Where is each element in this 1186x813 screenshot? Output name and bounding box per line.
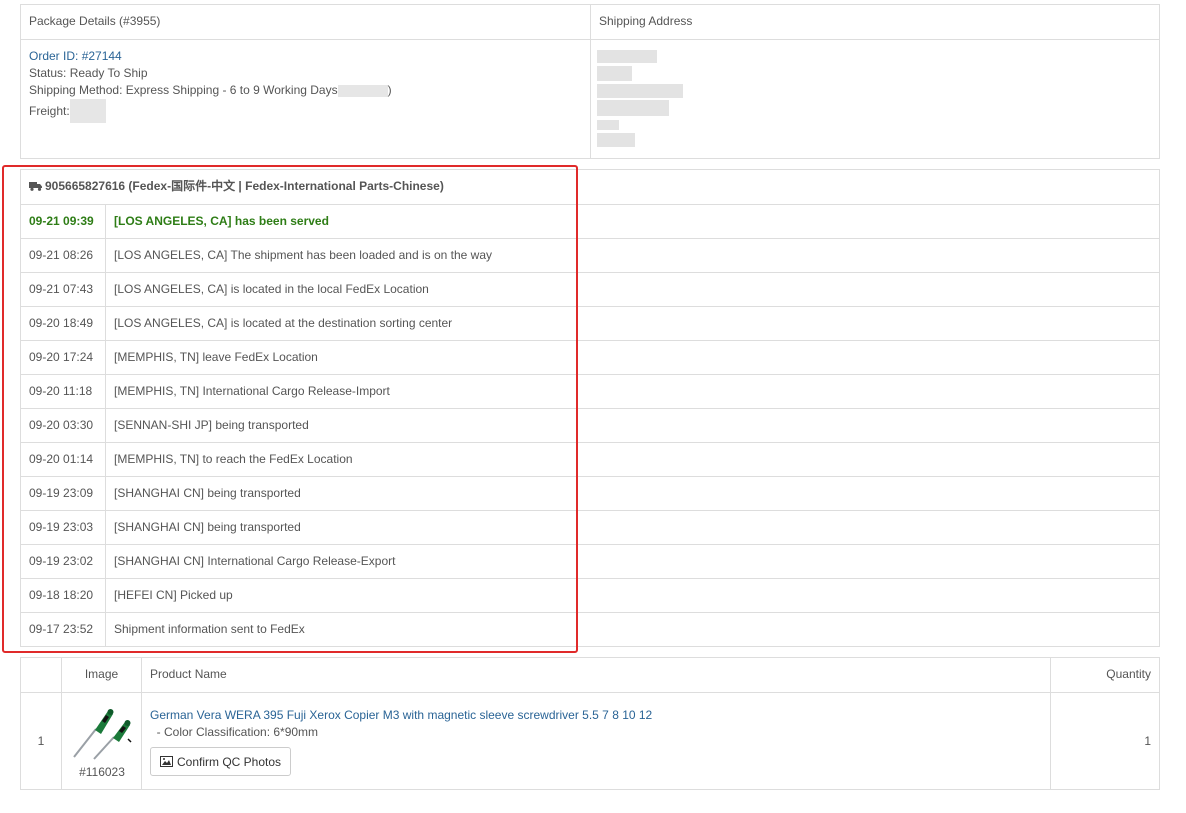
redacted-block xyxy=(597,50,657,63)
package-details-title: Package Details (#3955) xyxy=(21,5,591,39)
qc-button-label: Confirm QC Photos xyxy=(177,754,282,769)
tracking-header: 905665827616 (Fedex-国际件-中文 | Fedex-Inter… xyxy=(21,170,1159,205)
event-time: 09-20 01:14 xyxy=(21,443,106,476)
tracking-row: 09-19 23:09 [SHANGHAI CN] being transpor… xyxy=(21,477,1159,511)
event-description: [SHANGHAI CN] International Cargo Releas… xyxy=(114,554,396,568)
event-time: 09-21 09:39 xyxy=(21,205,106,238)
package-details-panel: Package Details (#3955) Shipping Address… xyxy=(20,4,1160,159)
index-header xyxy=(21,658,62,692)
event-description: [MEMPHIS, TN] leave FedEx Location xyxy=(114,350,318,364)
product-image-cell: #116023 xyxy=(62,693,142,789)
event-time: 09-17 23:52 xyxy=(21,613,106,647)
tracking-row: 09-21 08:26 [LOS ANGELES, CA] The shipme… xyxy=(21,239,1159,273)
tracking-row: 09-17 23:52 Shipment information sent to… xyxy=(21,613,1159,647)
event-description: [LOS ANGELES, CA] The shipment has been … xyxy=(114,248,493,262)
product-name-header: Product Name xyxy=(142,658,1051,692)
event-time: 09-20 18:49 xyxy=(21,307,106,340)
screwdriver-image[interactable] xyxy=(70,703,134,761)
tracking-row: 09-20 03:30 [SENNAN-SHI JP] being transp… xyxy=(21,409,1159,443)
tracking-row: 09-21 09:39 [LOS ANGELES, CA] has been s… xyxy=(21,205,1159,239)
order-id-line[interactable]: Order ID: #27144 xyxy=(29,48,582,65)
event-time: 09-21 08:26 xyxy=(21,239,106,272)
event-time: 09-19 23:09 xyxy=(21,477,106,510)
order-id-link[interactable]: #27144 xyxy=(82,49,122,63)
event-time: 09-20 03:30 xyxy=(21,409,106,442)
event-description: [LOS ANGELES, CA] is located in the loca… xyxy=(114,282,429,296)
quantity-header: Quantity xyxy=(1106,667,1151,681)
tracking-row: 09-20 18:49 [LOS ANGELES, CA] is located… xyxy=(21,307,1159,341)
tracking-row: 09-19 23:03 [SHANGHAI CN] being transpor… xyxy=(21,511,1159,545)
event-description: [SHANGHAI CN] being transported xyxy=(114,486,301,500)
shipping-method-line: Shipping Method: Express Shipping - 6 to… xyxy=(29,82,582,99)
redacted-block xyxy=(597,133,635,147)
event-description: [LOS ANGELES, CA] is located at the dest… xyxy=(114,316,453,330)
tracking-row: 09-19 23:02 [SHANGHAI CN] International … xyxy=(21,545,1159,579)
event-time: 09-18 18:20 xyxy=(21,579,106,612)
redacted-block xyxy=(337,84,388,97)
shipping-address xyxy=(591,40,1159,158)
row-index: 1 xyxy=(21,693,62,789)
package-info: Order ID: #27144 Status: Ready To Ship S… xyxy=(21,40,591,158)
product-name-cell: German Vera WERA 395 Fuji Xerox Copier M… xyxy=(142,693,1051,789)
redacted-block xyxy=(69,99,106,123)
freight-label: Freight: xyxy=(29,104,70,118)
event-description: [SENNAN-SHI JP] being transported xyxy=(114,418,309,432)
confirm-qc-photos-button[interactable]: Confirm QC Photos xyxy=(150,747,292,776)
event-description: [MEMPHIS, TN] to reach the FedEx Locatio… xyxy=(114,452,353,466)
redacted-block xyxy=(597,120,619,130)
product-id: #116023 xyxy=(79,765,125,779)
image-header: Image xyxy=(62,658,142,692)
quantity-cell: 1 xyxy=(1144,734,1151,748)
event-description: [HEFEI CN] Picked up xyxy=(114,588,233,602)
event-time: 09-21 07:43 xyxy=(21,273,106,306)
product-variant: - Color Classification: 6*90mm xyxy=(150,725,319,739)
image-icon xyxy=(160,756,173,767)
tracking-row: 09-20 01:14 [MEMPHIS, TN] to reach the F… xyxy=(21,443,1159,477)
product-table-header: Image Product Name Quantity xyxy=(21,658,1159,693)
status-line: Status: Ready To Ship xyxy=(29,66,148,80)
redacted-block xyxy=(597,66,632,81)
tracking-row: 09-20 17:24 [MEMPHIS, TN] leave FedEx Lo… xyxy=(21,341,1159,375)
event-description: [LOS ANGELES, CA] has been served xyxy=(114,214,329,228)
event-description: Shipment information sent to FedEx xyxy=(114,622,305,636)
tracking-number: 905665827616 (Fedex-国际件-中文 | Fedex-Inter… xyxy=(45,179,444,193)
redacted-block xyxy=(597,100,669,116)
shipping-address-title: Shipping Address xyxy=(599,14,693,28)
tracking-row: 09-20 11:18 [MEMPHIS, TN] International … xyxy=(21,375,1159,409)
product-name-link[interactable]: German Vera WERA 395 Fuji Xerox Copier M… xyxy=(150,707,1042,724)
redacted-block xyxy=(597,84,683,98)
table-row: 1 #116023 German Vera WERA 395 Fuji Xero… xyxy=(21,693,1159,789)
event-time: 09-19 23:02 xyxy=(21,545,106,578)
product-table: Image Product Name Quantity 1 #116023 Ge… xyxy=(20,657,1160,790)
tracking-row: 09-18 18:20 [HEFEI CN] Picked up xyxy=(21,579,1159,613)
freight-line: Freight: xyxy=(29,99,582,123)
package-details-header: Package Details (#3955) Shipping Address xyxy=(21,5,1159,40)
tracking-row: 09-21 07:43 [LOS ANGELES, CA] is located… xyxy=(21,273,1159,307)
tracking-panel: 905665827616 (Fedex-国际件-中文 | Fedex-Inter… xyxy=(20,169,1160,647)
event-description: [MEMPHIS, TN] International Cargo Releas… xyxy=(114,384,390,398)
event-time: 09-20 11:18 xyxy=(21,375,106,408)
event-time: 09-20 17:24 xyxy=(21,341,106,374)
order-id-label: Order ID: xyxy=(29,49,82,63)
shipping-method-tail: ) xyxy=(387,83,392,97)
event-time: 09-19 23:03 xyxy=(21,511,106,544)
event-description: [SHANGHAI CN] being transported xyxy=(114,520,301,534)
truck-icon xyxy=(29,182,42,191)
shipping-method: Shipping Method: Express Shipping - 6 to… xyxy=(29,83,338,97)
